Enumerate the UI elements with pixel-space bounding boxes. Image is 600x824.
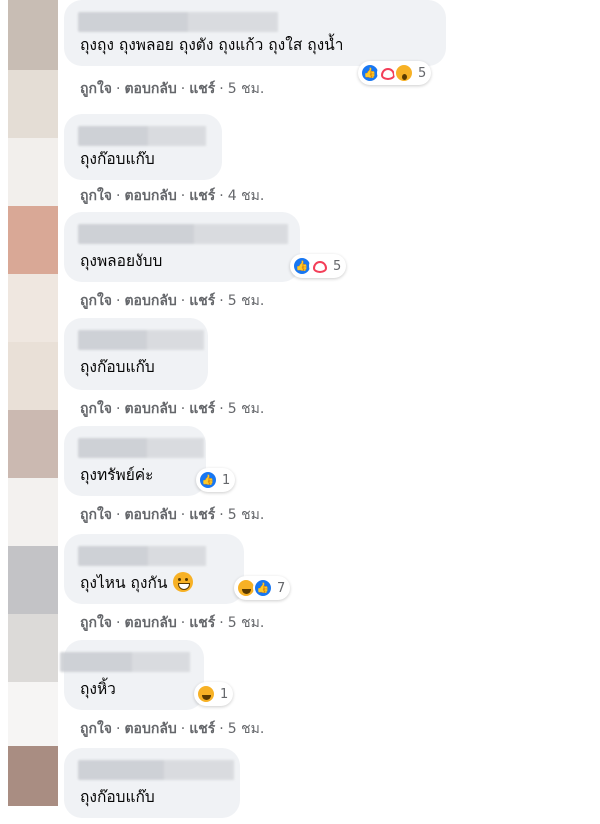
like-link[interactable]: ถูกใจ bbox=[80, 401, 112, 417]
reaction-summary[interactable]: 👍 5 bbox=[290, 254, 347, 278]
love-icon bbox=[309, 256, 329, 276]
timestamp[interactable]: 5 ชม. bbox=[228, 615, 265, 631]
avatar[interactable] bbox=[8, 0, 58, 70]
comment-text: ถุงถุง ถุงพลอย ถุงตัง ถุงแก้ว ถุงใส ถุงน… bbox=[80, 36, 344, 54]
like-icon: 👍 bbox=[253, 578, 273, 598]
commenter-name-redacted[interactable] bbox=[78, 438, 204, 458]
share-link[interactable]: แชร์ bbox=[189, 81, 215, 97]
share-link[interactable]: แชร์ bbox=[189, 615, 215, 631]
commenter-name-redacted[interactable] bbox=[78, 126, 206, 146]
haha-icon bbox=[196, 684, 216, 704]
comment-bubble: ถุงไหน ถุงกัน bbox=[64, 534, 244, 604]
comment-actions: ถูกใจ · ตอบกลับ · แชร์ · 4 ชม. bbox=[80, 188, 265, 204]
comment-bubble: ถุงหิ้ว bbox=[60, 640, 204, 710]
like-link[interactable]: ถูกใจ bbox=[80, 721, 112, 737]
reaction-summary[interactable]: 1 bbox=[194, 682, 234, 706]
commenter-name-redacted[interactable] bbox=[60, 652, 190, 672]
comment-text: ถุงก๊อบแก๊บ bbox=[80, 358, 155, 376]
comment-bubble: ถุงก๊อบแก๊บ bbox=[64, 748, 240, 818]
reaction-count: 5 bbox=[418, 65, 427, 81]
timestamp[interactable]: 5 ชม. bbox=[228, 721, 265, 737]
comment-actions: ถูกใจ · ตอบกลับ · แชร์ · 5 ชม. bbox=[80, 401, 265, 417]
comment-text: ถุงหิ้ว bbox=[80, 680, 116, 698]
comment-bubble: ถุงก๊อบแก๊บ bbox=[64, 318, 208, 390]
avatar[interactable] bbox=[8, 70, 58, 138]
reply-link[interactable]: ตอบกลับ bbox=[124, 188, 176, 204]
avatar[interactable] bbox=[8, 682, 58, 746]
avatar[interactable] bbox=[8, 746, 58, 806]
comment-text: ถุงก๊อบแก๊บ bbox=[80, 150, 155, 168]
commenter-name-redacted[interactable] bbox=[78, 330, 204, 350]
timestamp[interactable]: 5 ชม. bbox=[228, 293, 265, 309]
like-link[interactable]: ถูกใจ bbox=[80, 293, 112, 309]
reaction-count: 7 bbox=[277, 580, 286, 596]
share-link[interactable]: แชร์ bbox=[189, 401, 215, 417]
avatar[interactable] bbox=[8, 274, 58, 342]
commenter-name-redacted[interactable] bbox=[78, 760, 234, 780]
reply-link[interactable]: ตอบกลับ bbox=[124, 721, 176, 737]
comment-bubble: ถุงทรัพย์ค่ะ bbox=[64, 426, 206, 496]
like-link[interactable]: ถูกใจ bbox=[80, 615, 112, 631]
commenter-name-redacted[interactable] bbox=[78, 224, 288, 244]
like-link[interactable]: ถูกใจ bbox=[80, 81, 112, 97]
avatar[interactable] bbox=[8, 138, 58, 206]
timestamp[interactable]: 5 ชม. bbox=[228, 507, 265, 523]
commenter-name-redacted[interactable] bbox=[78, 12, 278, 32]
comment-actions: ถูกใจ · ตอบกลับ · แชร์ · 5 ชม. bbox=[80, 615, 265, 631]
avatar[interactable] bbox=[8, 206, 58, 274]
comment-text: ถุงไหน ถุงกัน bbox=[80, 572, 194, 594]
reaction-summary[interactable]: 👍 1 bbox=[196, 468, 236, 492]
comment-actions: ถูกใจ · ตอบกลับ · แชร์ · 5 ชม. bbox=[80, 81, 265, 97]
avatar[interactable] bbox=[8, 342, 58, 410]
avatar[interactable] bbox=[8, 478, 58, 546]
wow-icon bbox=[394, 63, 414, 83]
share-link[interactable]: แชร์ bbox=[189, 188, 215, 204]
comment-bubble: ถุงพลอยงับบ bbox=[64, 212, 300, 282]
reply-link[interactable]: ตอบกลับ bbox=[124, 615, 176, 631]
avatar[interactable] bbox=[8, 546, 58, 614]
grinning-face-icon bbox=[173, 572, 194, 592]
comment-text: ถุงก๊อบแก๊บ bbox=[80, 788, 155, 806]
avatar-strip bbox=[0, 0, 58, 824]
comment-actions: ถูกใจ · ตอบกลับ · แชร์ · 5 ชม. bbox=[80, 721, 265, 737]
timestamp[interactable]: 5 ชม. bbox=[228, 401, 265, 417]
avatar[interactable] bbox=[8, 614, 58, 682]
share-link[interactable]: แชร์ bbox=[189, 507, 215, 523]
share-link[interactable]: แชร์ bbox=[189, 721, 215, 737]
like-link[interactable]: ถูกใจ bbox=[80, 507, 112, 523]
avatar[interactable] bbox=[8, 410, 58, 478]
commenter-name-redacted[interactable] bbox=[78, 546, 206, 566]
timestamp[interactable]: 4 ชม. bbox=[228, 188, 265, 204]
like-link[interactable]: ถูกใจ bbox=[80, 188, 112, 204]
share-link[interactable]: แชร์ bbox=[189, 293, 215, 309]
reaction-summary[interactable]: 👍 7 bbox=[234, 576, 291, 600]
reaction-count: 1 bbox=[222, 472, 231, 488]
reply-link[interactable]: ตอบกลับ bbox=[124, 507, 176, 523]
timestamp[interactable]: 5 ชม. bbox=[228, 81, 265, 97]
comment-actions: ถูกใจ · ตอบกลับ · แชร์ · 5 ชม. bbox=[80, 507, 265, 523]
reply-link[interactable]: ตอบกลับ bbox=[124, 81, 176, 97]
reply-link[interactable]: ตอบกลับ bbox=[124, 293, 176, 309]
reaction-summary[interactable]: 👍 5 bbox=[358, 61, 432, 85]
like-icon: 👍 bbox=[198, 470, 218, 490]
reaction-count: 1 bbox=[220, 686, 229, 702]
comment-text: ถุงพลอยงับบ bbox=[80, 252, 163, 270]
comment-bubble: ถุงถุง ถุงพลอย ถุงตัง ถุงแก้ว ถุงใส ถุงน… bbox=[64, 0, 446, 66]
comment-actions: ถูกใจ · ตอบกลับ · แชร์ · 5 ชม. bbox=[80, 293, 265, 309]
reaction-count: 5 bbox=[333, 258, 342, 274]
comment-text: ถุงทรัพย์ค่ะ bbox=[80, 466, 154, 484]
reply-link[interactable]: ตอบกลับ bbox=[124, 401, 176, 417]
comment-bubble: ถุงก๊อบแก๊บ bbox=[64, 114, 222, 180]
